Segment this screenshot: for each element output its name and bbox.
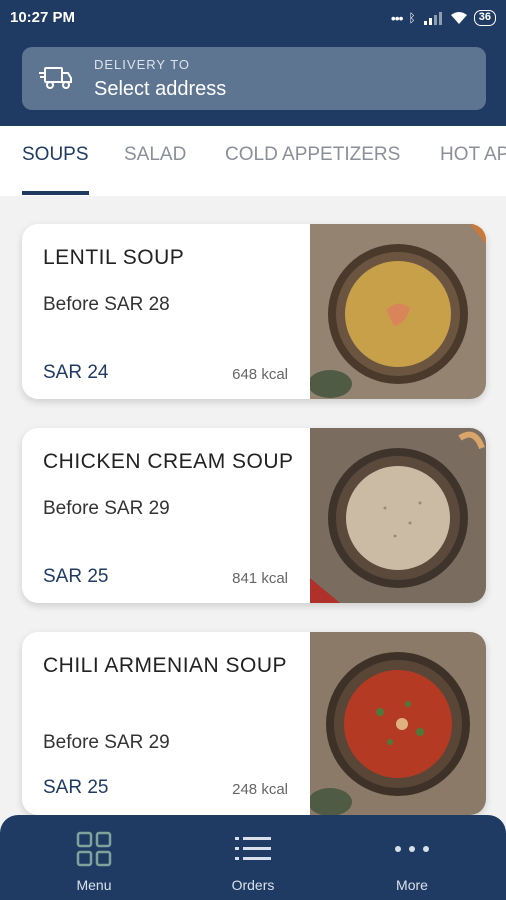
nav-more-label: More <box>396 877 428 893</box>
more-notifications-icon: ••• <box>390 10 404 26</box>
bottom-navigation: Menu Orders More <box>0 815 506 900</box>
item-price: SAR 24 <box>43 362 109 383</box>
status-bar: 10:27 PM ••• ᛒ 36 <box>0 0 506 36</box>
app-header: 10:27 PM ••• ᛒ 36 DELIVERY TO Select add… <box>0 0 506 126</box>
menu-item-card[interactable]: LENTIL SOUP Before SAR 28 SAR 24 648 kca… <box>22 224 486 399</box>
delivery-label: DELIVERY TO <box>94 57 191 72</box>
bluetooth-icon: ᛒ <box>408 11 416 25</box>
menu-item-card[interactable]: CHICKEN CREAM SOUP Before SAR 29 SAR 25 … <box>22 428 486 603</box>
item-original-price: Before SAR 29 <box>43 498 170 519</box>
tab-soups[interactable]: SOUPS <box>22 144 89 166</box>
list-icon <box>235 837 271 860</box>
item-original-price: Before SAR 29 <box>43 732 170 753</box>
battery-icon: 36 <box>473 10 496 26</box>
nav-orders[interactable]: Orders <box>193 815 313 900</box>
item-name: CHICKEN CREAM SOUP <box>43 450 294 473</box>
item-calories: 248 kcal <box>232 781 288 798</box>
status-time: 10:27 PM <box>10 9 76 26</box>
nav-menu-label: Menu <box>76 877 112 893</box>
tab-cold-appetizers[interactable]: COLD APPETIZERS <box>225 144 400 166</box>
menu-item-card[interactable]: CHILI ARMENIAN SOUP Before SAR 29 SAR 25… <box>22 632 486 815</box>
item-name: CHILI ARMENIAN SOUP <box>43 654 288 677</box>
item-price: SAR 25 <box>43 566 109 587</box>
tab-hot-appetizers[interactable]: HOT APPETIZERS <box>440 144 506 166</box>
item-original-price: Before SAR 28 <box>43 294 170 315</box>
active-tab-indicator <box>22 191 89 195</box>
item-price: SAR 25 <box>43 777 109 798</box>
nav-orders-label: Orders <box>231 877 275 893</box>
grid-icon <box>76 831 112 867</box>
nav-menu[interactable]: Menu <box>34 815 154 900</box>
chicken-cream-soup-image <box>310 428 486 603</box>
item-calories: 841 kcal <box>232 570 288 587</box>
wifi-icon <box>450 12 467 24</box>
more-dots-icon <box>395 846 429 852</box>
item-name: LENTIL SOUP <box>43 246 185 269</box>
nav-more[interactable]: More <box>352 815 472 900</box>
delivery-truck-icon <box>39 67 72 89</box>
delivery-address-value: Select address <box>94 78 227 100</box>
delivery-address-selector[interactable]: DELIVERY TO Select address <box>22 47 486 110</box>
chili-armenian-soup-image <box>310 632 486 815</box>
lentil-soup-image <box>310 224 486 399</box>
tab-salad[interactable]: SALAD <box>124 144 186 166</box>
category-tabs: SOUPS SALAD COLD APPETIZERS HOT APPETIZE… <box>0 126 506 196</box>
status-icons: ••• ᛒ 36 <box>391 10 496 26</box>
item-calories: 648 kcal <box>232 366 288 383</box>
signal-icon <box>423 12 442 25</box>
